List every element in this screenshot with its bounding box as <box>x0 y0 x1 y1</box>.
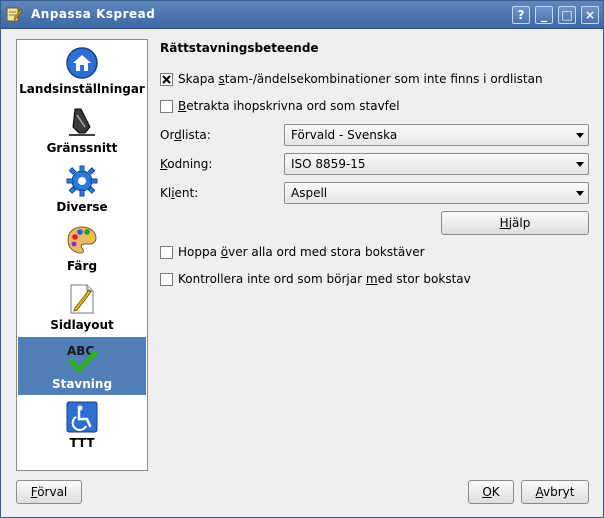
dictionary-select[interactable]: Förvald - Svenska <box>284 124 589 146</box>
default-button[interactable]: Förval <box>16 480 82 504</box>
title-bar[interactable]: Anpassa Kspread ? _ □ × <box>1 1 603 29</box>
skip-uppercase-label: Hoppa över alla ord med stora bokstäver <box>178 245 425 259</box>
sidebar-item-label: Sidlayout <box>50 318 114 332</box>
sidebar-item-ttt[interactable]: TTT <box>18 396 146 454</box>
maximize-button[interactable]: □ <box>558 6 576 24</box>
client-value: Aspell <box>291 186 328 200</box>
encoding-value: ISO 8859-15 <box>291 157 366 171</box>
skip-capitalized-checkbox[interactable] <box>160 273 173 286</box>
chevron-down-icon <box>576 162 584 167</box>
sidebar-item-farg[interactable]: Färg <box>18 219 146 277</box>
sidebar-item-label: Stavning <box>51 377 113 391</box>
page-layout-icon <box>70 284 94 314</box>
sidebar-item-diverse[interactable]: Diverse <box>18 160 146 218</box>
minimize-button[interactable]: _ <box>535 6 553 24</box>
sidebar-item-label: TTT <box>69 436 95 450</box>
sidebar-item-sidlayout[interactable]: Sidlayout <box>18 278 146 336</box>
pen-nib-icon <box>69 108 95 136</box>
compound-words-label: Betrakta ihopskrivna ord som stavfel <box>178 99 400 113</box>
compound-words-checkbox[interactable] <box>160 100 173 113</box>
sidebar-item-label: Diverse <box>56 200 108 214</box>
skip-uppercase-checkbox[interactable] <box>160 246 173 259</box>
close-button[interactable]: × <box>581 6 599 24</box>
checkmark-x-icon <box>162 75 171 84</box>
sidebar-item-stavning[interactable]: ABC Stavning <box>18 337 146 395</box>
stem-combination-checkbox[interactable] <box>160 73 173 86</box>
window-title: Anpassa Kspread <box>31 7 156 21</box>
help-button[interactable]: Hjälp <box>441 211 589 235</box>
dialog-window: Anpassa Kspread ? _ □ × Landsinställning… <box>0 0 604 518</box>
ok-button[interactable]: OK <box>468 480 514 504</box>
skip-capitalized-label: Kontrollera inte ord som börjar med stor… <box>178 272 471 286</box>
chevron-down-icon <box>576 133 584 138</box>
sidebar-item-label: Gränssnitt <box>46 141 118 155</box>
client-label: Klient: <box>160 186 199 200</box>
client-select[interactable]: Aspell <box>284 182 589 204</box>
abc-spellcheck-icon: ABC <box>67 344 98 373</box>
encoding-select[interactable]: ISO 8859-15 <box>284 153 589 175</box>
sidebar-item-label: Landsinställningar <box>19 82 145 96</box>
dictionary-label: Ordlista: <box>160 128 211 142</box>
kspread-app-icon <box>6 7 23 22</box>
category-sidebar: Landsinställningar Gränssnitt Diverse Fä… <box>16 39 148 471</box>
cancel-button[interactable]: Avbryt <box>521 480 589 504</box>
palette-icon <box>67 226 97 254</box>
accessibility-icon <box>66 401 98 433</box>
help-title-button[interactable]: ? <box>512 6 530 24</box>
home-icon <box>66 47 98 79</box>
stem-combination-label: Skapa stam-/ändelsekombinationer som int… <box>178 72 543 86</box>
sidebar-item-landsinstallningar[interactable]: Landsinställningar <box>18 42 146 100</box>
chevron-down-icon <box>576 191 584 196</box>
section-title: Rättstavningsbeteende <box>160 41 319 55</box>
dictionary-value: Förvald - Svenska <box>291 128 398 142</box>
sidebar-item-label: Färg <box>66 259 98 273</box>
gear-icon <box>66 165 98 197</box>
sidebar-item-granssnitt[interactable]: Gränssnitt <box>18 101 146 159</box>
encoding-label: Kodning: <box>160 157 213 171</box>
